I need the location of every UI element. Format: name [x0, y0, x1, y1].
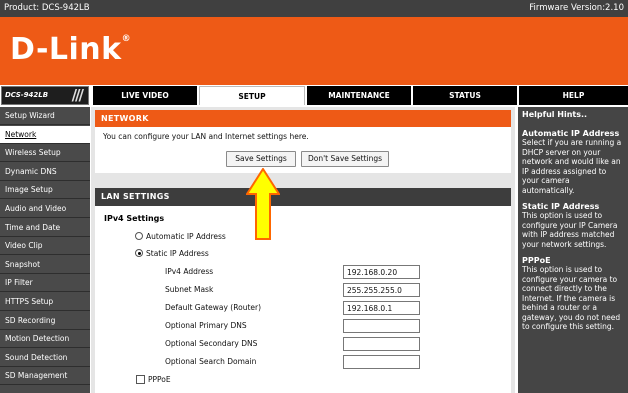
brand-banner: D-Link® [0, 17, 628, 85]
sidebar-item-video-clip[interactable]: Video Clip [0, 237, 90, 256]
product-name: Product: DCS-942LB [4, 3, 90, 13]
pppoe-checkbox[interactable] [136, 375, 145, 384]
tab-setup[interactable]: SETUP [199, 86, 305, 105]
primary-dns-input[interactable] [343, 319, 420, 333]
sidebar: Setup Wizard Network Wireless Setup Dyna… [0, 107, 90, 393]
tab-live-video[interactable]: LIVE VIDEO [93, 86, 197, 105]
hint-text-pppoe: This option is used to configure your ca… [522, 265, 621, 331]
annotation-arrow-icon [246, 168, 280, 240]
sidebar-item-dynamic-dns[interactable]: Dynamic DNS [0, 163, 90, 181]
search-domain-input[interactable] [343, 355, 420, 369]
sidebar-item-motion-detection[interactable]: Motion Detection [0, 330, 90, 349]
sidebar-item-sound-detection[interactable]: Sound Detection [0, 349, 90, 367]
hint-text-automatic-ip: Select if you are running a DHCP server … [522, 138, 622, 195]
secondary-dns-input[interactable] [343, 337, 420, 351]
ipv4-address-input[interactable] [343, 265, 420, 279]
save-settings-button[interactable]: Save Settings [226, 151, 296, 167]
hint-heading-pppoe: PPPoE [522, 256, 551, 265]
tab-status[interactable]: STATUS [413, 86, 517, 105]
static-ip-label: Static IP Address [146, 249, 209, 258]
model-label: DCS-942LB/// [1, 86, 89, 105]
primary-dns-label: Optional Primary DNS [165, 321, 247, 330]
sidebar-item-sd-recording[interactable]: SD Recording [0, 312, 90, 330]
hint-text-static-ip: This option is used to configure your IP… [522, 211, 618, 249]
automatic-ip-radio[interactable] [135, 232, 143, 240]
hint-heading-automatic-ip: Automatic IP Address [522, 129, 620, 138]
dlink-logo: D-Link® [10, 32, 132, 67]
sidebar-item-https-setup[interactable]: HTTPS Setup [0, 293, 90, 311]
network-panel: NETWORK You can configure your LAN and I… [95, 110, 511, 173]
sidebar-item-image-setup[interactable]: Image Setup [0, 181, 90, 200]
main-nav: DCS-942LB/// LIVE VIDEO SETUP MAINTENANC… [0, 86, 628, 105]
network-description: You can configure your LAN and Internet … [103, 132, 309, 141]
lan-settings-title: LAN SETTINGS [95, 188, 511, 206]
hints-title: Helpful Hints.. [522, 110, 588, 119]
sidebar-item-audio-video[interactable]: Audio and Video [0, 200, 90, 218]
top-info-bar: Product: DCS-942LB Firmware Version:2.10 [0, 0, 628, 17]
sidebar-item-sd-management[interactable]: SD Management [0, 367, 90, 386]
dont-save-settings-button[interactable]: Don't Save Settings [301, 151, 389, 167]
helpful-hints-panel: Helpful Hints.. Automatic IP Address Sel… [518, 107, 628, 393]
sidebar-item-time-date[interactable]: Time and Date [0, 219, 90, 237]
automatic-ip-label: Automatic IP Address [146, 232, 226, 241]
sidebar-item-wireless-setup[interactable]: Wireless Setup [0, 144, 90, 163]
tab-maintenance[interactable]: MAINTENANCE [307, 86, 411, 105]
main-content: NETWORK You can configure your LAN and I… [91, 107, 515, 393]
subnet-mask-label: Subnet Mask [165, 285, 214, 294]
default-gateway-label: Default Gateway (Router) [165, 303, 262, 312]
static-ip-radio[interactable] [135, 249, 143, 257]
ipv4-address-label: IPv4 Address [165, 267, 214, 276]
search-domain-label: Optional Search Domain [165, 357, 257, 366]
sidebar-item-snapshot[interactable]: Snapshot [0, 256, 90, 274]
firmware-version: Firmware Version:2.10 [529, 3, 624, 13]
hint-heading-static-ip: Static IP Address [522, 202, 600, 211]
network-panel-title: NETWORK [95, 110, 511, 127]
sidebar-item-ip-filter[interactable]: IP Filter [0, 274, 90, 293]
secondary-dns-label: Optional Secondary DNS [165, 339, 258, 348]
automatic-ip-option[interactable]: Automatic IP Address [135, 232, 226, 242]
sidebar-item-setup-wizard[interactable]: Setup Wizard [0, 107, 90, 125]
subnet-mask-input[interactable] [343, 283, 420, 297]
tab-help[interactable]: HELP [519, 86, 628, 105]
pppoe-label: PPPoE [148, 375, 171, 384]
static-ip-option[interactable]: Static IP Address [135, 249, 209, 259]
sidebar-item-network[interactable]: Network [0, 125, 90, 144]
ipv4-settings-title: IPv4 Settings [104, 214, 165, 223]
lan-settings-panel: LAN SETTINGS IPv4 Settings Automatic IP … [95, 188, 511, 393]
default-gateway-input[interactable] [343, 301, 420, 315]
